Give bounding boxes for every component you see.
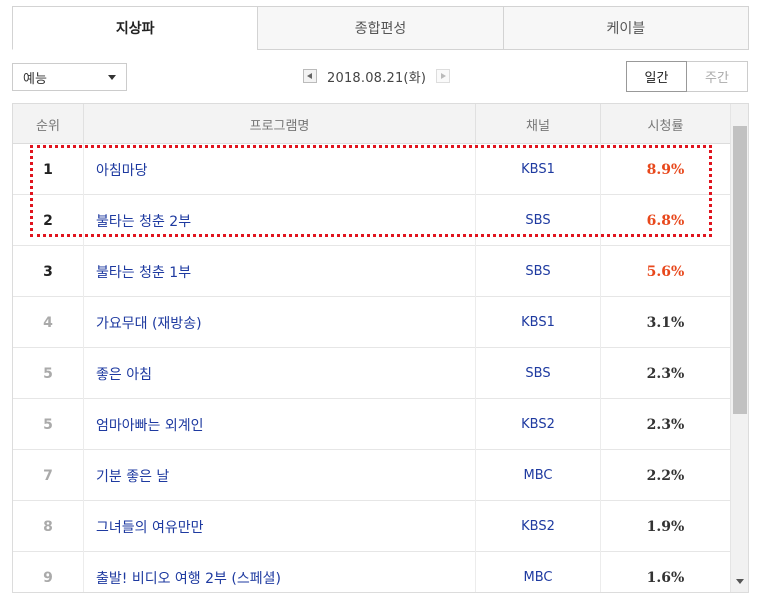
genre-select-value: 예능	[23, 71, 47, 87]
tab-terrestrial[interactable]: 지상파	[12, 6, 259, 50]
rating-cell: 2.3%	[646, 365, 685, 382]
ratings-table: 순위 프로그램명 채널 시청률 1 아침마당 KBS1 8.9% 2 불타는 청…	[12, 103, 749, 593]
scroll-down-icon[interactable]	[731, 573, 748, 590]
table-row: 1 아침마당 KBS1 8.9%	[13, 144, 730, 195]
arrow-left-icon[interactable]	[303, 69, 317, 83]
rating-cell: 2.3%	[646, 416, 685, 433]
table-row: 5 엄마아빠는 외계인 KBS2 2.3%	[13, 399, 730, 450]
channel-cell: MBC	[476, 450, 601, 501]
header-channel: 채널	[476, 104, 601, 144]
table-row: 7 기분 좋은 날 MBC 2.2%	[13, 450, 730, 501]
arrow-right-icon[interactable]	[436, 69, 451, 83]
rank-cell: 4	[13, 297, 84, 348]
channel-cell: SBS	[476, 246, 601, 297]
rating-cell: 1.6%	[646, 569, 685, 586]
program-link[interactable]: 아침마당	[84, 144, 476, 195]
program-link[interactable]: 출발! 비디오 여행 2부 (스페셜)	[84, 552, 476, 592]
header-rating: 시청률	[647, 118, 684, 134]
program-link[interactable]: 기분 좋은 날	[84, 450, 476, 501]
table-row: 9 출발! 비디오 여행 2부 (스페셜) MBC 1.6%	[13, 552, 730, 592]
rating-cell: 3.1%	[646, 314, 685, 331]
rank-cell: 8	[13, 501, 84, 552]
rating-cell: 2.2%	[646, 467, 685, 484]
table-header: 순위 프로그램명 채널 시청률	[13, 104, 730, 144]
table-row: 4 가요무대 (재방송) KBS1 3.1%	[13, 297, 730, 348]
program-link[interactable]: 그녀들의 여유만만	[84, 501, 476, 552]
program-link[interactable]: 엄마아빠는 외계인	[84, 399, 476, 450]
table-body: 1 아침마당 KBS1 8.9% 2 불타는 청춘 2부 SBS 6.8% 3 …	[13, 144, 730, 592]
program-link[interactable]: 가요무대 (재방송)	[84, 297, 476, 348]
header-program-name: 프로그램명	[84, 104, 476, 144]
rank-cell: 7	[13, 450, 84, 501]
channel-cell: SBS	[476, 348, 601, 399]
rank-cell: 9	[13, 552, 84, 592]
rating-cell: 1.9%	[646, 518, 685, 535]
channel-cell: KBS2	[476, 399, 601, 450]
genre-select[interactable]: 예능	[12, 63, 127, 91]
period-toggle: 일간 주간	[626, 61, 748, 92]
table-row: 8 그녀들의 여유만만 KBS2 1.9%	[13, 501, 730, 552]
tabs-divider	[257, 49, 749, 50]
channel-cell: KBS1	[476, 144, 601, 195]
rating-cell: 8.9%	[646, 161, 685, 178]
rank-cell: 5	[13, 348, 84, 399]
rank-cell: 2	[13, 195, 84, 246]
program-link[interactable]: 불타는 청춘 1부	[84, 246, 476, 297]
vertical-scrollbar[interactable]	[730, 104, 748, 592]
weekly-button[interactable]: 주간	[687, 61, 748, 92]
broadcast-tabs: 지상파 종합편성 케이블	[12, 6, 749, 50]
channel-cell: KBS2	[476, 501, 601, 552]
table-row: 2 불타는 청춘 2부 SBS 6.8%	[13, 195, 730, 246]
tab-cable[interactable]: 케이블	[503, 6, 749, 50]
daily-button[interactable]: 일간	[626, 61, 687, 92]
rating-cell: 5.6%	[646, 263, 685, 280]
rank-cell: 1	[13, 144, 84, 195]
rating-cell: 6.8%	[646, 212, 685, 229]
program-link[interactable]: 불타는 청춘 2부	[84, 195, 476, 246]
channel-cell: MBC	[476, 552, 601, 592]
table-row: 5 좋은 아침 SBS 2.3%	[13, 348, 730, 399]
scrollbar-thumb[interactable]	[733, 126, 747, 414]
date-label: 2018.08.21(화)	[327, 70, 427, 86]
date-navigation: 2018.08.21(화)	[303, 65, 451, 87]
rank-cell: 5	[13, 399, 84, 450]
tab-general-programming[interactable]: 종합편성	[258, 6, 504, 50]
channel-cell: KBS1	[476, 297, 601, 348]
header-rank: 순위	[13, 104, 84, 144]
channel-cell: SBS	[476, 195, 601, 246]
table-row: 3 불타는 청춘 1부 SBS 5.6%	[13, 246, 730, 297]
program-link[interactable]: 좋은 아침	[84, 348, 476, 399]
caret-down-icon	[108, 75, 116, 80]
rank-cell: 3	[13, 246, 84, 297]
